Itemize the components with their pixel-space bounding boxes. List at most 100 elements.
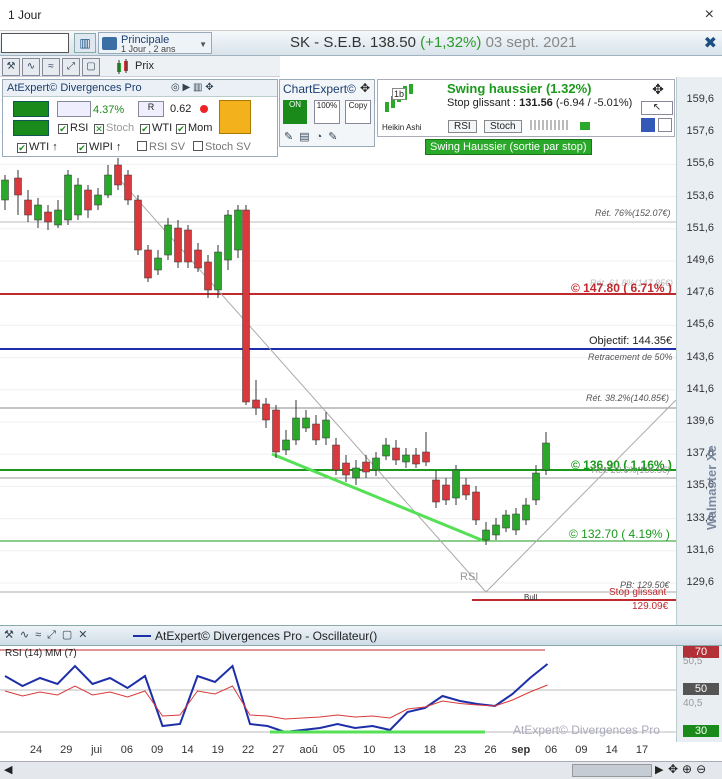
price-tick-label: 155,6 — [686, 157, 714, 170]
check-stoch[interactable]: ✕ Stoch — [94, 122, 134, 134]
oscillator-watermark: AtExpert© Divergences Pro — [513, 723, 660, 737]
chartexpert-panel: ChartExpert© ✥ ON 100% Copy ✎▤◔✎ — [279, 79, 375, 147]
swing-stop: Stop glissant : 131.56 (-6.94 / -5.01%) — [447, 97, 633, 109]
candle-body — [134, 199, 142, 251]
chartexpert-tools-icon[interactable]: ✎▤◔✎ — [284, 130, 343, 143]
wave-signal-icon[interactable] — [13, 120, 49, 136]
histogram-icon[interactable] — [57, 101, 91, 117]
osc-axis-faint-2: 40,5 — [683, 698, 703, 709]
heikin-ashi-label: Heikin Ashi — [382, 123, 422, 132]
stop-label: Stop glissant — [609, 587, 667, 598]
candle-body — [164, 224, 172, 256]
book-icon[interactable]: ▥ — [74, 33, 96, 53]
ticker-symbol: SK - S.E.B. — [290, 34, 366, 51]
swing-rsi-button[interactable]: RSI — [448, 120, 477, 133]
rsi-30-badge: 30 — [683, 725, 719, 737]
cursor-icon[interactable]: ↖ — [641, 101, 673, 115]
candle-body — [124, 174, 132, 201]
zoom-icon[interactable]: ⤢ — [62, 58, 80, 76]
atexpert-title: AtExpert© Divergences Pro — [7, 82, 142, 94]
check-wti[interactable]: ✔ WTI — [140, 122, 172, 134]
price-tick-label: 151,6 — [686, 221, 714, 234]
navigation-icons[interactable]: ✥⊕⊖ — [668, 762, 710, 776]
window-title: 1 Jour — [8, 8, 42, 22]
price-tick-label: 149,6 — [686, 254, 714, 266]
candle-body — [482, 529, 490, 541]
chart-mode-icon[interactable] — [641, 118, 655, 132]
check-stoch-sv[interactable]: Stoch SV — [193, 141, 251, 153]
candle-body — [332, 444, 340, 471]
tools-icon-small[interactable]: ⚒ — [2, 58, 20, 76]
candle-body — [502, 514, 510, 529]
date-tick-label: 14 — [181, 744, 194, 756]
wave-alt-icon[interactable]: ≈ — [42, 58, 60, 76]
close-icon[interactable]: × — [705, 6, 714, 24]
bull-label: Bull — [524, 593, 538, 602]
atexpert-val: 0.62 — [170, 103, 192, 115]
horizontal-scrollbar[interactable]: ◀ ▶ ✥⊕⊖ — [0, 761, 722, 779]
panel-controls-icon[interactable]: ◎ ▶ ▥ ✥ — [171, 82, 214, 93]
candle-body — [392, 447, 400, 461]
candle-body — [224, 214, 232, 261]
chartexpert-on-button[interactable]: ON — [283, 100, 307, 124]
check-wti-2[interactable]: ✔ WTI ↑ — [17, 141, 58, 153]
date-tick-label: 06 — [120, 744, 134, 756]
scroll-thumb[interactable] — [572, 764, 652, 777]
check-wipi[interactable]: ✔ WIPI ↑ — [77, 141, 121, 153]
oscillator-tools-icon[interactable]: ⚒∿≈⤢▢✕ — [4, 628, 94, 642]
symbol-search-input[interactable] — [1, 33, 69, 53]
date-tick-label: 26 — [484, 744, 497, 756]
price-label: Prix — [135, 60, 154, 72]
date-tick-label: 13 — [393, 744, 406, 756]
date-tick-label: 09 — [575, 744, 588, 756]
layout-selector[interactable]: Principale 1 Jour , 2 ans ▼ — [98, 32, 212, 54]
scroll-right-icon[interactable]: ▶ — [655, 763, 663, 776]
wave-icon[interactable]: ∿ — [22, 58, 40, 76]
tools-icon[interactable]: ✖ — [704, 33, 717, 53]
date-tick-label: 27 — [272, 744, 285, 756]
chartexpert-copy-button[interactable]: Copy — [345, 100, 371, 124]
retracement-label: Retracement de 50% — [588, 352, 673, 362]
candle-body — [174, 227, 182, 263]
check-mom[interactable]: ✔ Mom — [176, 122, 212, 134]
price-tick-label: 145,6 — [686, 318, 714, 331]
date-tick-label: 17 — [635, 744, 649, 756]
candle-body — [342, 462, 350, 476]
swing-title: Swing haussier (1.32%) — [447, 81, 592, 96]
check-rsi[interactable]: ✔ RSI — [58, 122, 88, 134]
date-tick-label: 19 — [211, 744, 224, 756]
candle-body — [94, 194, 102, 206]
window-icon[interactable]: ▢ — [82, 58, 100, 76]
date-tick-label: 23 — [454, 744, 467, 756]
layout-selector-subtitle: 1 Jour , 2 ans — [121, 44, 176, 54]
candle-body — [362, 461, 370, 473]
date-tick-label: 29 — [60, 744, 73, 756]
swing-stoch-button[interactable]: Stoch — [484, 120, 522, 133]
brand-watermark: Walmaster Xe — [704, 445, 719, 530]
candle-body — [282, 439, 290, 451]
candle-body — [302, 417, 310, 429]
bell-icon[interactable] — [219, 100, 251, 134]
price-tick-label: 139,6 — [686, 415, 714, 427]
chartexpert-100-button[interactable]: 100% — [314, 100, 340, 124]
candle-body — [472, 491, 480, 521]
divergence-icon[interactable] — [13, 101, 49, 117]
atexpert-header: AtExpert© Divergences Pro — [3, 80, 277, 97]
ratio-icon[interactable]: R — [138, 101, 164, 117]
move-icon-2[interactable]: ✥ — [643, 81, 673, 99]
candle-body — [204, 261, 212, 291]
date-tick-label: 05 — [332, 744, 346, 756]
date-tick-label: 10 — [363, 744, 376, 756]
scroll-left-icon[interactable]: ◀ — [4, 763, 12, 776]
atexpert-pct: 4.37% — [93, 104, 125, 116]
candle-body — [44, 211, 52, 223]
candle-icon[interactable] — [116, 59, 130, 75]
check-rsi-sv[interactable]: RSI SV — [137, 141, 185, 153]
move-icon[interactable]: ✥ — [360, 81, 370, 95]
price-chart[interactable] — [0, 77, 722, 625]
candle-body — [214, 251, 222, 291]
candle-body — [462, 484, 470, 496]
candle-body — [104, 174, 112, 196]
candle-body — [234, 209, 242, 251]
chart-mode-alt-icon[interactable] — [658, 118, 672, 132]
